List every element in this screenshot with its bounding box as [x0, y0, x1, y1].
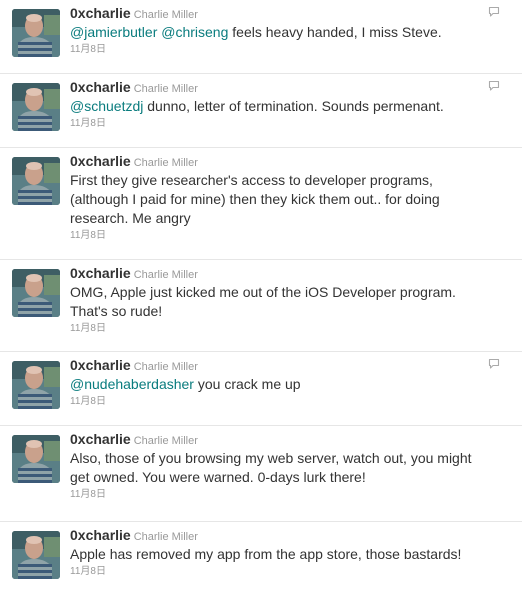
full-name: Charlie Miller — [133, 9, 198, 21]
tweet-text: @nudehaberdasher you crack me up — [70, 375, 494, 394]
tweet-header: 0xcharlie Charlie Miller — [70, 152, 494, 170]
screen-name[interactable]: 0xcharlie — [70, 79, 131, 95]
full-name: Charlie Miller — [133, 361, 198, 373]
tweet-text-segment: OMG, Apple just kicked me out of the iOS… — [70, 284, 456, 319]
mention-link[interactable]: @schuetzdj — [70, 98, 143, 114]
tweet-header: 0xcharlie Charlie Miller — [70, 264, 494, 282]
tweet-content: 0xcharlie Charlie Miller @schuetzdj dunno… — [70, 78, 494, 130]
avatar[interactable] — [12, 9, 60, 57]
tweet-timeline: 0xcharlie Charlie Miller @jamierbutler @c… — [0, 0, 522, 590]
tweet-text: @jamierbutler @chriseng feels heavy hand… — [70, 23, 494, 42]
tweet-text-segment: First they give researcher's access to d… — [70, 172, 440, 226]
tweet-item: 0xcharlie Charlie Miller OMG, Apple just … — [0, 260, 522, 352]
tweet-text: @schuetzdj dunno, letter of termination.… — [70, 97, 494, 116]
full-name: Charlie Miller — [133, 269, 198, 281]
tweet-timestamp[interactable]: 11月8日 — [70, 117, 494, 130]
tweet-header: 0xcharlie Charlie Miller — [70, 4, 494, 22]
tweet-header: 0xcharlie Charlie Miller — [70, 430, 494, 448]
screen-name[interactable]: 0xcharlie — [70, 527, 131, 543]
tweet-content: 0xcharlie Charlie Miller Also, those of y… — [70, 430, 494, 501]
tweet-timestamp[interactable]: 11月8日 — [70, 229, 494, 242]
mention-link[interactable]: @nudehaberdasher — [70, 376, 194, 392]
reply-icon[interactable] — [488, 5, 500, 17]
tweet-text-segment: dunno, letter of termination. Sounds per… — [143, 98, 444, 114]
tweet-content: 0xcharlie Charlie Miller @jamierbutler @c… — [70, 4, 494, 56]
tweet-timestamp[interactable]: 11月8日 — [70, 395, 494, 408]
tweet-item: 0xcharlie Charlie Miller Apple has remove… — [0, 522, 522, 590]
profile-photo — [12, 9, 60, 57]
profile-photo — [12, 83, 60, 131]
tweet-header: 0xcharlie Charlie Miller — [70, 356, 494, 374]
avatar[interactable] — [12, 435, 60, 483]
full-name: Charlie Miller — [133, 157, 198, 169]
full-name: Charlie Miller — [133, 531, 198, 543]
screen-name[interactable]: 0xcharlie — [70, 265, 131, 281]
avatar[interactable] — [12, 83, 60, 131]
tweet-content: 0xcharlie Charlie Miller Apple has remove… — [70, 526, 494, 578]
screen-name[interactable]: 0xcharlie — [70, 357, 131, 373]
tweet-item: 0xcharlie Charlie Miller First they give … — [0, 148, 522, 260]
profile-photo — [12, 531, 60, 579]
avatar[interactable] — [12, 361, 60, 409]
tweet-item: 0xcharlie Charlie Miller @jamierbutler @c… — [0, 0, 522, 74]
profile-photo — [12, 157, 60, 205]
mention-link[interactable]: @chriseng — [161, 24, 228, 40]
tweet-header: 0xcharlie Charlie Miller — [70, 526, 494, 544]
reply-icon[interactable] — [488, 79, 500, 91]
tweet-text: First they give researcher's access to d… — [70, 171, 494, 228]
tweet-timestamp[interactable]: 11月8日 — [70, 488, 494, 501]
mention-link[interactable]: @jamierbutler — [70, 24, 157, 40]
tweet-content: 0xcharlie Charlie Miller OMG, Apple just … — [70, 264, 494, 335]
tweet-text-segment: Also, those of you browsing my web serve… — [70, 450, 472, 485]
tweet-header: 0xcharlie Charlie Miller — [70, 78, 494, 96]
avatar[interactable] — [12, 157, 60, 205]
avatar[interactable] — [12, 531, 60, 579]
tweet-text-segment: feels heavy handed, I miss Steve. — [228, 24, 442, 40]
profile-photo — [12, 269, 60, 317]
tweet-item: 0xcharlie Charlie Miller @nudehaberdasher… — [0, 352, 522, 426]
tweet-text: OMG, Apple just kicked me out of the iOS… — [70, 283, 494, 321]
profile-photo — [12, 435, 60, 483]
tweet-text: Also, those of you browsing my web serve… — [70, 449, 494, 487]
reply-icon[interactable] — [488, 357, 500, 369]
screen-name[interactable]: 0xcharlie — [70, 153, 131, 169]
tweet-content: 0xcharlie Charlie Miller First they give … — [70, 152, 494, 242]
tweet-timestamp[interactable]: 11月8日 — [70, 43, 494, 56]
profile-photo — [12, 361, 60, 409]
full-name: Charlie Miller — [133, 435, 198, 447]
tweet-text-segment: Apple has removed my app from the app st… — [70, 546, 462, 562]
tweet-text: Apple has removed my app from the app st… — [70, 545, 494, 564]
tweet-item: 0xcharlie Charlie Miller @schuetzdj dunno… — [0, 74, 522, 148]
tweet-text-segment: you crack me up — [193, 376, 301, 392]
screen-name[interactable]: 0xcharlie — [70, 431, 131, 447]
full-name: Charlie Miller — [133, 83, 198, 95]
tweet-timestamp[interactable]: 11月8日 — [70, 322, 494, 335]
tweet-content: 0xcharlie Charlie Miller @nudehaberdasher… — [70, 356, 494, 408]
avatar[interactable] — [12, 269, 60, 317]
screen-name[interactable]: 0xcharlie — [70, 5, 131, 21]
tweet-item: 0xcharlie Charlie Miller Also, those of y… — [0, 426, 522, 522]
tweet-timestamp[interactable]: 11月8日 — [70, 565, 494, 578]
